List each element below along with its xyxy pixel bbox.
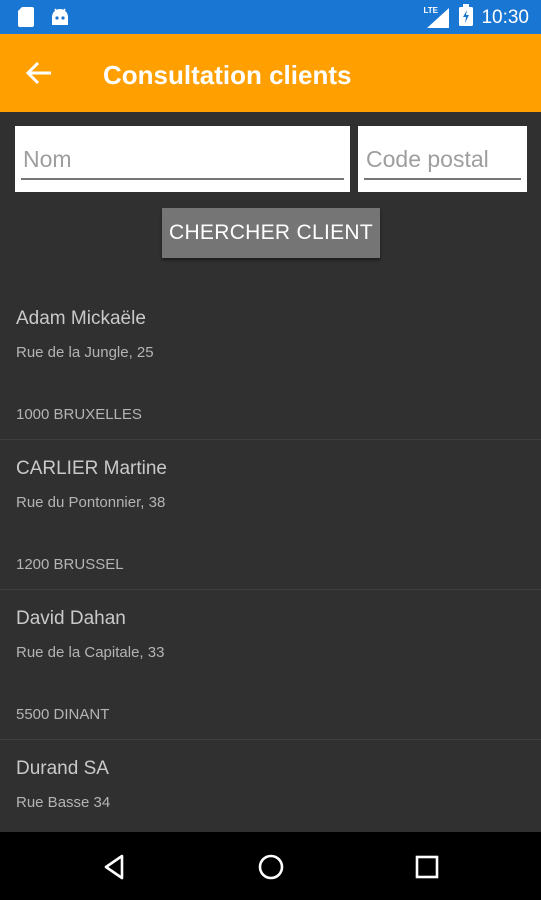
network-type-label: LTE [423,5,438,15]
status-bar: LTE 10:30 [0,0,541,34]
nav-home-button[interactable] [254,850,288,884]
list-item[interactable]: Adam Mickaële Rue de la Jungle, 25 1000 … [0,290,541,440]
status-time: 10:30 [481,6,529,28]
client-street: Rue de la Capitale, 33 [16,644,165,661]
nav-back-button[interactable] [98,850,132,884]
list-item[interactable]: CARLIER Martine Rue du Pontonnier, 38 12… [0,440,541,590]
postal-code-input[interactable] [364,140,521,180]
client-list: Adam Mickaële Rue de la Jungle, 25 1000 … [0,290,541,832]
name-field-container [15,126,350,192]
client-name: David Dahan [16,608,126,629]
nav-back-icon [98,854,132,888]
search-client-button[interactable]: CHERCHER CLIENT [162,208,380,258]
back-button[interactable] [24,60,54,86]
client-name: Durand SA [16,758,109,779]
battery-icon [459,4,474,31]
signal-icon: LTE [423,5,451,29]
android-icon [50,7,70,32]
client-city: 5500 DINANT [16,706,110,723]
name-input[interactable] [21,140,344,180]
nav-home-icon [254,854,288,888]
nav-recent-button[interactable] [410,850,444,884]
search-form: CHERCHER CLIENT [0,112,541,282]
arrow-left-icon [24,61,54,90]
client-city: 1000 BRUXELLES [16,406,142,423]
client-city: 1200 BRUSSEL [16,556,124,573]
app-bar: Consultation clients [0,34,541,112]
page-title: Consultation clients [103,60,352,90]
postal-code-field-container [358,126,527,192]
sd-card-icon [18,7,34,32]
nav-recent-icon [410,855,444,888]
client-street: Rue de la Jungle, 25 [16,344,154,361]
navigation-bar [0,832,541,900]
client-name: CARLIER Martine [16,458,167,479]
list-item[interactable]: David Dahan Rue de la Capitale, 33 5500 … [0,590,541,740]
client-name: Adam Mickaële [16,308,146,329]
client-street: Rue Basse 34 [16,794,111,811]
list-item[interactable]: Durand SA Rue Basse 34 [0,740,541,832]
client-street: Rue du Pontonnier, 38 [16,494,166,511]
